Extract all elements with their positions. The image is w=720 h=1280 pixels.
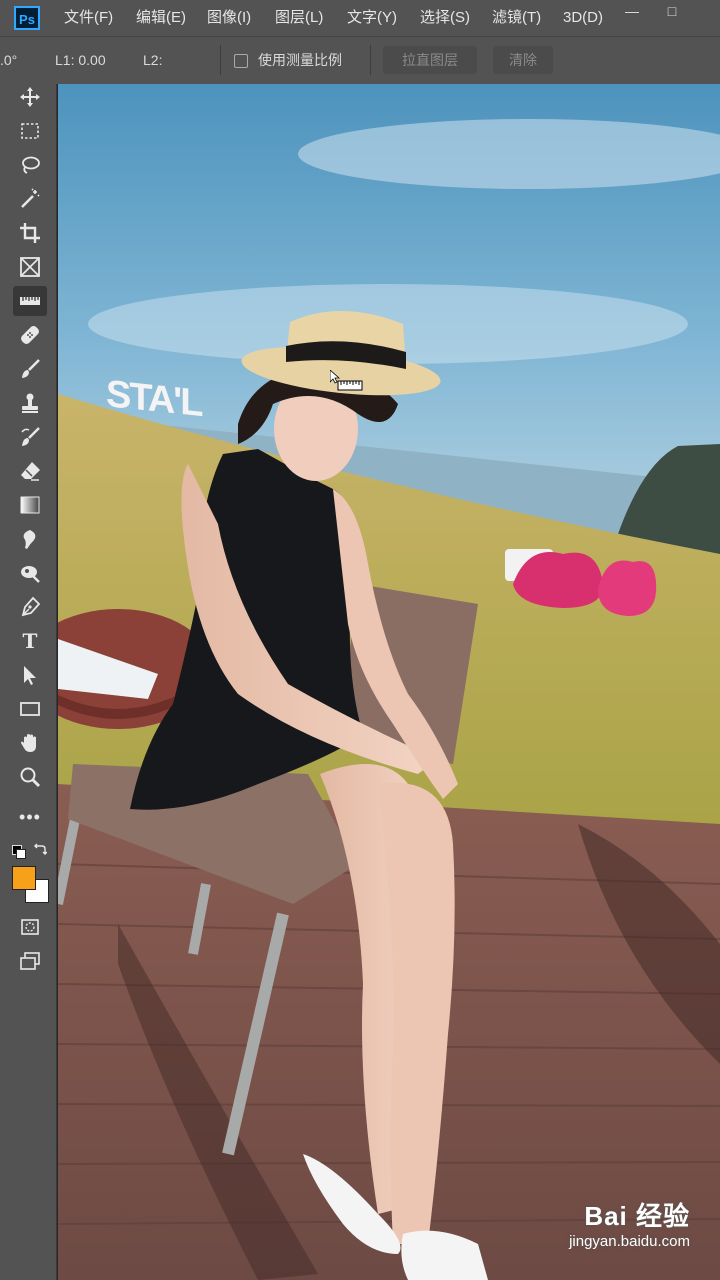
straighten-layer-button[interactable]: 拉直图层 [383,46,477,74]
quick-mask-button[interactable] [13,912,47,942]
photo-image [58,84,720,1280]
ruler-icon [20,297,40,305]
menu-layer[interactable]: 图层(L) [275,0,323,36]
marquee-icon [21,123,39,139]
screen-mode-icon [20,952,40,970]
watermark-url: jingyan.baidu.com [569,1233,690,1250]
path-selection-tool[interactable] [13,660,47,690]
minimize-button[interactable]: — [612,0,652,24]
zoom-tool[interactable] [13,762,47,792]
gradient-tool[interactable] [13,490,47,520]
l2-readout: L2: [143,52,163,68]
type-icon: T [22,629,38,653]
l1-readout: L1: 0.00 [55,52,106,68]
menu-file[interactable]: 文件(F) [64,0,113,36]
more-tools-icon: ••• [19,806,41,827]
move-tool[interactable] [13,82,47,112]
menu-edit[interactable]: 编辑(E) [136,0,186,36]
healing-brush-icon [21,326,39,344]
document-canvas[interactable]: STA'L Bai 经验 jingyan.baidu.com [58,84,720,1280]
dodge-icon [21,566,40,583]
brush-icon [22,359,40,378]
options-divider [220,45,221,75]
quick-mask-icon [21,919,39,935]
crop-icon [20,223,40,243]
history-brush-tool[interactable] [13,422,47,452]
angle-readout: .0° [0,52,18,68]
tools-panel: T ••• [0,84,57,1280]
foreground-color-swatch[interactable] [12,866,36,890]
menu-image[interactable]: 图像(I) [207,0,251,36]
rectangle-icon [20,702,40,716]
zoom-icon [20,767,41,788]
clear-button[interactable]: 清除 [493,46,553,74]
type-tool[interactable]: T [13,626,47,656]
watermark-brand: Bai 经验 [584,1201,690,1231]
eraser-tool[interactable] [13,456,47,486]
clone-stamp-tool[interactable] [13,388,47,418]
menu-type[interactable]: 文字(Y) [347,0,397,36]
history-brush-icon [21,427,40,446]
options-bar: .0° L1: 0.00 L2: 使用测量比例 拉直图层 清除 [0,36,720,84]
lasso-tool[interactable] [13,150,47,180]
rectangle-tool[interactable] [13,694,47,724]
swap-colors-icon[interactable] [33,842,47,856]
menu-bar: Ps 文件(F) 编辑(E) 图像(I) 图层(L) 文字(Y) 选择(S) 滤… [0,0,720,36]
clone-stamp-icon [22,393,38,413]
marquee-tool[interactable] [13,116,47,146]
maximize-button[interactable]: □ [652,0,692,24]
eraser-icon [21,462,40,481]
pen-tool[interactable] [13,592,47,622]
more-tools-button[interactable]: ••• [13,802,47,832]
screen-mode-button[interactable] [13,946,47,976]
use-scale-checkbox[interactable] [234,54,248,68]
crop-tool[interactable] [13,218,47,248]
lasso-icon [22,156,40,174]
path-selection-icon [24,666,36,685]
hand-icon [21,734,36,752]
gradient-icon [20,496,40,514]
move-icon [20,87,40,107]
frame-tool[interactable] [13,252,47,282]
healing-brush-tool[interactable] [13,320,47,350]
blur-icon [23,530,36,549]
magic-wand-icon [21,188,40,208]
frame-icon [20,257,40,277]
baidu-watermark: Bai 经验 jingyan.baidu.com [569,1196,690,1250]
magic-wand-tool[interactable] [13,184,47,214]
brush-tool[interactable] [13,354,47,384]
blur-tool[interactable] [13,524,47,554]
use-scale-label[interactable]: 使用测量比例 [258,37,342,83]
hand-tool[interactable] [13,728,47,758]
ruler-cursor-icon [330,370,363,391]
dodge-tool[interactable] [13,558,47,588]
menu-select[interactable]: 选择(S) [420,0,470,36]
menu-filter[interactable]: 滤镜(T) [492,0,541,36]
default-colors-icon [16,849,26,859]
pen-icon [21,596,41,617]
photoshop-logo[interactable]: Ps [14,6,40,30]
options-divider [370,45,371,75]
menu-3d[interactable]: 3D(D) [563,0,603,36]
ruler-tool[interactable] [13,286,47,316]
